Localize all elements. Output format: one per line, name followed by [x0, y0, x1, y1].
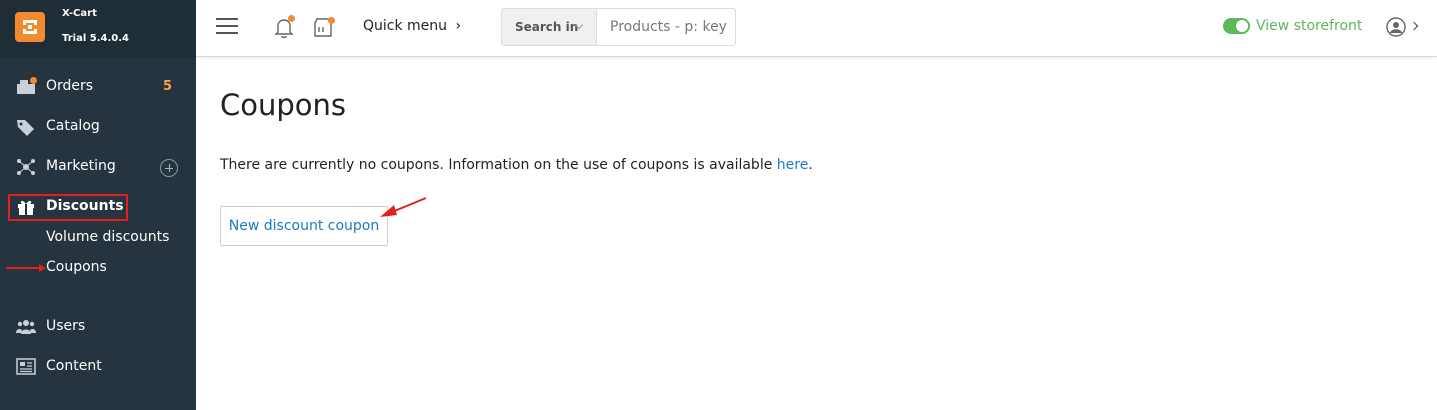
info-here-link[interactable]: here: [777, 157, 809, 173]
brand-version: Trial 5.4.0.4: [62, 33, 129, 44]
view-storefront-link[interactable]: View storefront: [1256, 18, 1362, 34]
page-title: Coupons: [220, 88, 347, 122]
notification-dot: [288, 15, 295, 22]
users-icon: [16, 318, 36, 336]
orders-count-badge: 5: [162, 79, 172, 94]
sidebar-item-label: Orders: [46, 78, 94, 94]
sidebar: X-Cart Trial 5.4.0.4 Orders 5 Catalog Ma…: [0, 0, 196, 410]
quick-menu-label: Quick menu: [363, 18, 448, 34]
sidebar-item-content[interactable]: Content: [0, 352, 196, 382]
new-discount-coupon-button[interactable]: New discount coupon: [220, 206, 388, 246]
sidebar-item-marketing[interactable]: Marketing: [0, 152, 196, 182]
notification-dot: [328, 17, 335, 24]
search-in-label: Search in: [515, 20, 579, 34]
top-bar: Quick menu › Search in View storefront: [196, 0, 1437, 57]
user-avatar-icon[interactable]: [1386, 17, 1406, 37]
chevron-right-icon: ›: [455, 18, 462, 34]
brand-name: X-Cart: [62, 8, 97, 19]
add-marketing-icon[interactable]: [160, 159, 178, 177]
network-icon: [16, 158, 36, 176]
hamburger-menu-icon[interactable]: [216, 16, 238, 36]
content-icon: [16, 358, 36, 376]
sidebar-subitem-coupons[interactable]: Coupons: [46, 259, 107, 275]
store-icon[interactable]: [312, 15, 336, 39]
chevron-right-icon[interactable]: [1409, 21, 1419, 31]
sidebar-item-label: Content: [46, 358, 102, 374]
sidebar-item-label: Catalog: [46, 118, 100, 134]
search-in-dropdown[interactable]: Search in: [502, 9, 597, 45]
search-input[interactable]: [598, 9, 735, 45]
sidebar-subitem-volume-discounts[interactable]: Volume discounts: [46, 229, 169, 245]
annotation-arrow-icon: [6, 264, 46, 272]
info-text: There are currently no coupons. Informat…: [220, 157, 777, 173]
sidebar-item-label: Users: [46, 318, 86, 334]
info-text-end: .: [808, 157, 813, 173]
tag-icon: [16, 118, 36, 136]
sidebar-item-catalog[interactable]: Catalog: [0, 112, 196, 142]
sidebar-item-label: Marketing: [46, 158, 116, 174]
brand-header: X-Cart Trial 5.4.0.4: [0, 0, 196, 58]
search-box: Search in: [501, 8, 736, 46]
bell-icon[interactable]: [273, 15, 295, 39]
annotation-highlight-box: [8, 194, 128, 221]
quick-menu-button[interactable]: Quick menu ›: [363, 18, 461, 34]
notification-dot: [30, 77, 37, 84]
no-coupons-info: There are currently no coupons. Informat…: [220, 157, 813, 173]
sidebar-item-users[interactable]: Users: [0, 312, 196, 342]
xcart-logo-icon[interactable]: [15, 12, 45, 42]
sidebar-item-orders[interactable]: Orders 5: [0, 72, 196, 102]
annotation-arrow-icon: [380, 197, 427, 217]
orders-icon: [16, 77, 37, 96]
storefront-toggle[interactable]: [1223, 18, 1250, 34]
